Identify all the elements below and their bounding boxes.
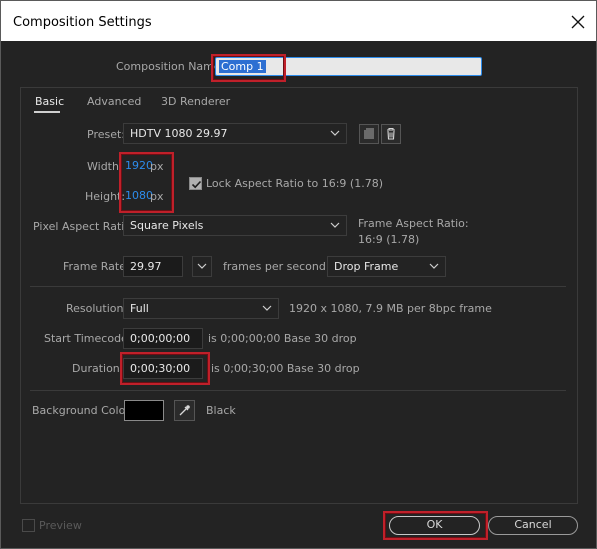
frame-rate-input[interactable]: 29.97 (123, 256, 183, 277)
chevron-down-icon (197, 263, 207, 269)
chevron-down-icon (330, 222, 340, 228)
background-color-swatch[interactable] (124, 400, 164, 421)
preview-label: Preview (39, 519, 82, 532)
title-bar: Composition Settings (1, 1, 596, 41)
frame-aspect-label: Frame Aspect Ratio: (358, 217, 469, 230)
chevron-down-icon (429, 263, 439, 269)
resolution-info: 1920 x 1080, 7.9 MB per 8bpc frame (289, 302, 492, 315)
tab-advanced[interactable]: Advanced (87, 95, 141, 108)
duration-input[interactable]: 0;00;30;00 (123, 358, 203, 379)
duration-value: 0;00;30;00 (130, 362, 191, 375)
composition-name-input[interactable]: Comp 1 (215, 57, 482, 76)
width-unit: px (150, 160, 164, 173)
pixel-aspect-value: Square Pixels (130, 219, 204, 232)
drop-frame-dropdown[interactable]: Drop Frame (327, 256, 446, 277)
lock-aspect-checkbox[interactable] (189, 177, 202, 190)
width-label: Width: (87, 160, 123, 173)
composition-name-label: Composition Name: (116, 60, 225, 73)
frame-aspect-value: 16:9 (1.78) (358, 233, 420, 246)
ok-button[interactable]: OK (389, 516, 480, 535)
checkmark-icon (191, 180, 202, 189)
start-timecode-label: Start Timecode: (44, 332, 132, 345)
eyedropper-icon[interactable] (174, 400, 195, 421)
tab-basic-underline (34, 111, 60, 113)
resolution-value: Full (130, 302, 149, 315)
frame-rate-dropdown[interactable] (192, 256, 212, 277)
chevron-down-icon (330, 130, 340, 136)
resolution-label: Resolution: (66, 302, 128, 315)
pixel-aspect-label: Pixel Aspect Ratio: (33, 220, 135, 233)
width-value[interactable]: 1920 (125, 159, 153, 172)
background-color-label: Background Color: (32, 404, 134, 417)
preset-label: Preset: (87, 128, 126, 141)
cancel-button[interactable]: Cancel (488, 516, 578, 535)
save-preset-icon[interactable] (359, 124, 379, 144)
tab-basic[interactable]: Basic (35, 95, 64, 108)
preview-checkbox[interactable] (22, 519, 35, 532)
close-icon[interactable] (567, 11, 589, 33)
divider-1 (30, 286, 566, 287)
start-timecode-value: 0;00;00;00 (130, 332, 191, 345)
duration-info: is 0;00;30;00 Base 30 drop (211, 362, 360, 375)
drop-frame-value: Drop Frame (334, 260, 399, 273)
background-color-name: Black (206, 404, 236, 417)
frame-rate-label: Frame Rate: (63, 260, 130, 273)
resolution-dropdown[interactable]: Full (123, 298, 279, 319)
pixel-aspect-dropdown[interactable]: Square Pixels (123, 215, 347, 236)
height-unit: px (150, 190, 164, 203)
chevron-down-icon (262, 305, 272, 311)
height-value[interactable]: 1080 (125, 189, 153, 202)
duration-label: Duration: (72, 362, 124, 375)
composition-settings-dialog: Composition Settings Composition Name: C… (0, 0, 597, 549)
tab-3d-renderer[interactable]: 3D Renderer (161, 95, 230, 108)
dialog-title: Composition Settings (13, 15, 152, 30)
divider-2 (30, 390, 566, 391)
frame-rate-unit: frames per second (223, 260, 326, 273)
frame-rate-value: 29.97 (130, 260, 162, 273)
trash-icon[interactable] (381, 124, 401, 144)
preset-dropdown[interactable]: HDTV 1080 29.97 (123, 123, 347, 144)
start-timecode-input[interactable]: 0;00;00;00 (123, 328, 203, 349)
composition-name-value: Comp 1 (219, 60, 266, 73)
settings-panel (20, 87, 578, 504)
lock-aspect-label: Lock Aspect Ratio to 16:9 (1.78) (206, 177, 383, 190)
height-label: Height: (85, 190, 126, 203)
start-timecode-info: is 0;00;00;00 Base 30 drop (208, 332, 357, 345)
preset-value: HDTV 1080 29.97 (130, 127, 228, 140)
